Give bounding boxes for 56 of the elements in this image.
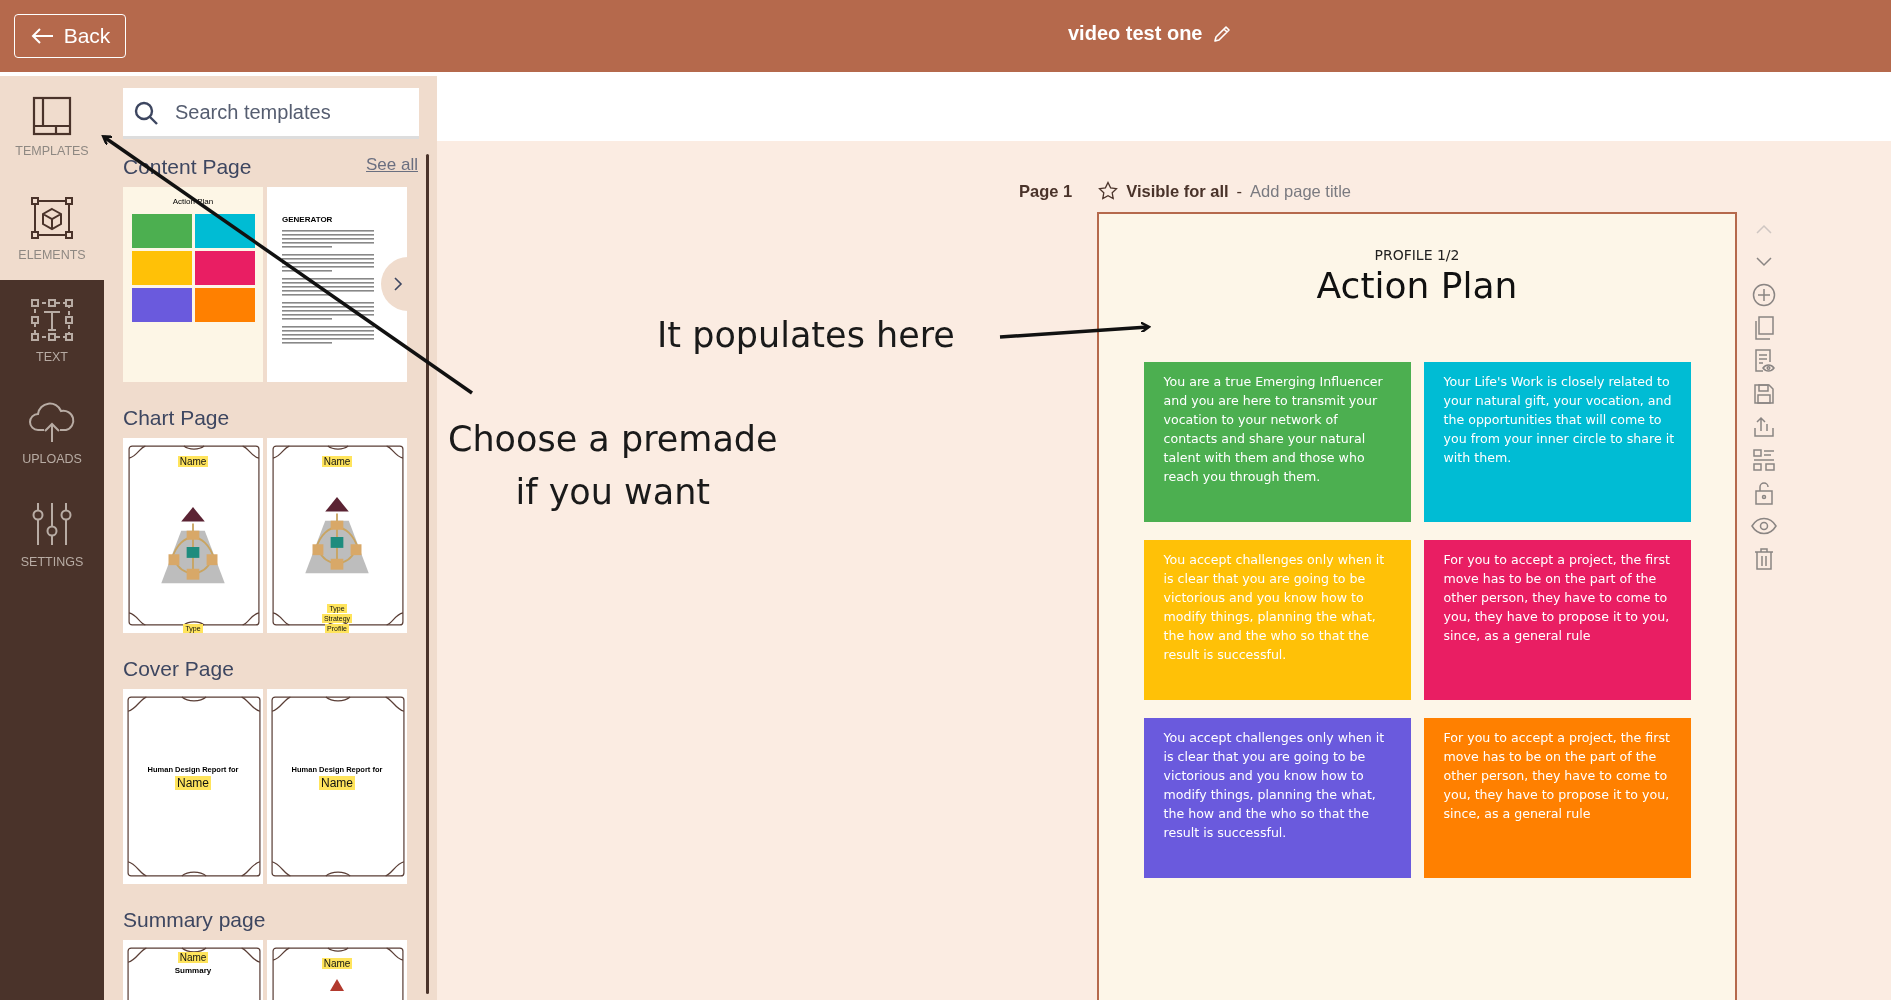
- thumbnail-title: GENERATOR: [282, 215, 333, 224]
- text-card[interactable]: You are a true Emerging Influencer and you are here to transmit your vocation to your network of contacts and share your natural talent with them and those who reach you through them.: [1143, 362, 1411, 522]
- rail-item[interactable]: TEXT: [0, 280, 104, 382]
- chevron-right-icon: [393, 276, 403, 292]
- name-label: Name: [321, 958, 353, 969]
- page-title: Action Plan: [1316, 265, 1518, 306]
- cloud-upload-icon: [28, 400, 76, 444]
- plus-circle-icon[interactable]: [1752, 282, 1776, 307]
- section-title: Cover Page: [123, 657, 234, 681]
- text-card[interactable]: You accept challenges only when it is clear that you are going to be victorious and you know how to modify things, planning the what, the how and the who so that the result is successful.: [1143, 718, 1411, 878]
- upload-icon[interactable]: [1753, 415, 1775, 438]
- annotation-text: Choose a premade if you want: [448, 418, 778, 514]
- rail-item[interactable]: UPLOADS: [0, 382, 104, 484]
- search-icon: [133, 100, 159, 126]
- triangle-icon: [330, 979, 344, 991]
- rail-item[interactable]: SETTINGS: [0, 484, 104, 586]
- arrow-left-icon: [29, 27, 54, 45]
- trash-icon[interactable]: [1754, 547, 1774, 570]
- section-title: Chart Page: [123, 406, 230, 430]
- page-subtitle: PROFILE 1/2: [1374, 247, 1460, 263]
- summary-heading: Summary: [174, 966, 212, 975]
- sliders-icon: [30, 501, 74, 547]
- text-card[interactable]: For you to accept a project, the first move has to be on the part of the other person, they have to come to you, they have to propose it to you, since, as a general rule: [1423, 540, 1691, 700]
- page-title-field[interactable]: Add page title: [1250, 181, 1352, 201]
- see-all-link[interactable]: See all: [366, 155, 418, 175]
- template-thumbnail[interactable]: GENERATOR: [267, 187, 407, 382]
- list-icon[interactable]: [1753, 448, 1775, 471]
- name-label: Name: [177, 952, 209, 963]
- template-thumbnail[interactable]: Name: [267, 940, 407, 1000]
- name-label: Name: [319, 776, 355, 790]
- eye-icon[interactable]: [1751, 516, 1777, 535]
- back-button[interactable]: Back: [14, 14, 126, 58]
- template-thumbnail[interactable]: Name Summary: [123, 940, 263, 1000]
- document-title: video test one: [1068, 22, 1203, 45]
- unlock-icon[interactable]: [1754, 480, 1774, 505]
- text-icon: [30, 298, 74, 342]
- document-eye-icon[interactable]: [1753, 348, 1775, 373]
- page-label: Page 1: [1019, 181, 1073, 201]
- rail-item[interactable]: ELEMENTS: [0, 178, 104, 280]
- scrollbar[interactable]: [426, 154, 429, 994]
- cube-icon: [30, 196, 74, 240]
- layout-icon: [32, 96, 72, 136]
- annotation-text: It populates here: [657, 314, 955, 357]
- pencil-icon[interactable]: [1212, 23, 1233, 44]
- section-title: Summary page: [123, 908, 266, 932]
- name-label: Name: [175, 776, 211, 790]
- chevron-down-icon[interactable]: [1755, 255, 1773, 268]
- save-icon[interactable]: [1753, 382, 1775, 405]
- search-field[interactable]: Search templates: [123, 88, 419, 139]
- rail-item[interactable]: TEMPLATES: [0, 76, 104, 178]
- copy-icon[interactable]: [1753, 315, 1775, 340]
- name-label: Name: [177, 456, 209, 467]
- name-label: Name: [321, 456, 353, 467]
- star-icon[interactable]: [1098, 181, 1119, 201]
- separator: -: [1236, 181, 1243, 201]
- visibility-label[interactable]: Visible for all: [1126, 181, 1229, 201]
